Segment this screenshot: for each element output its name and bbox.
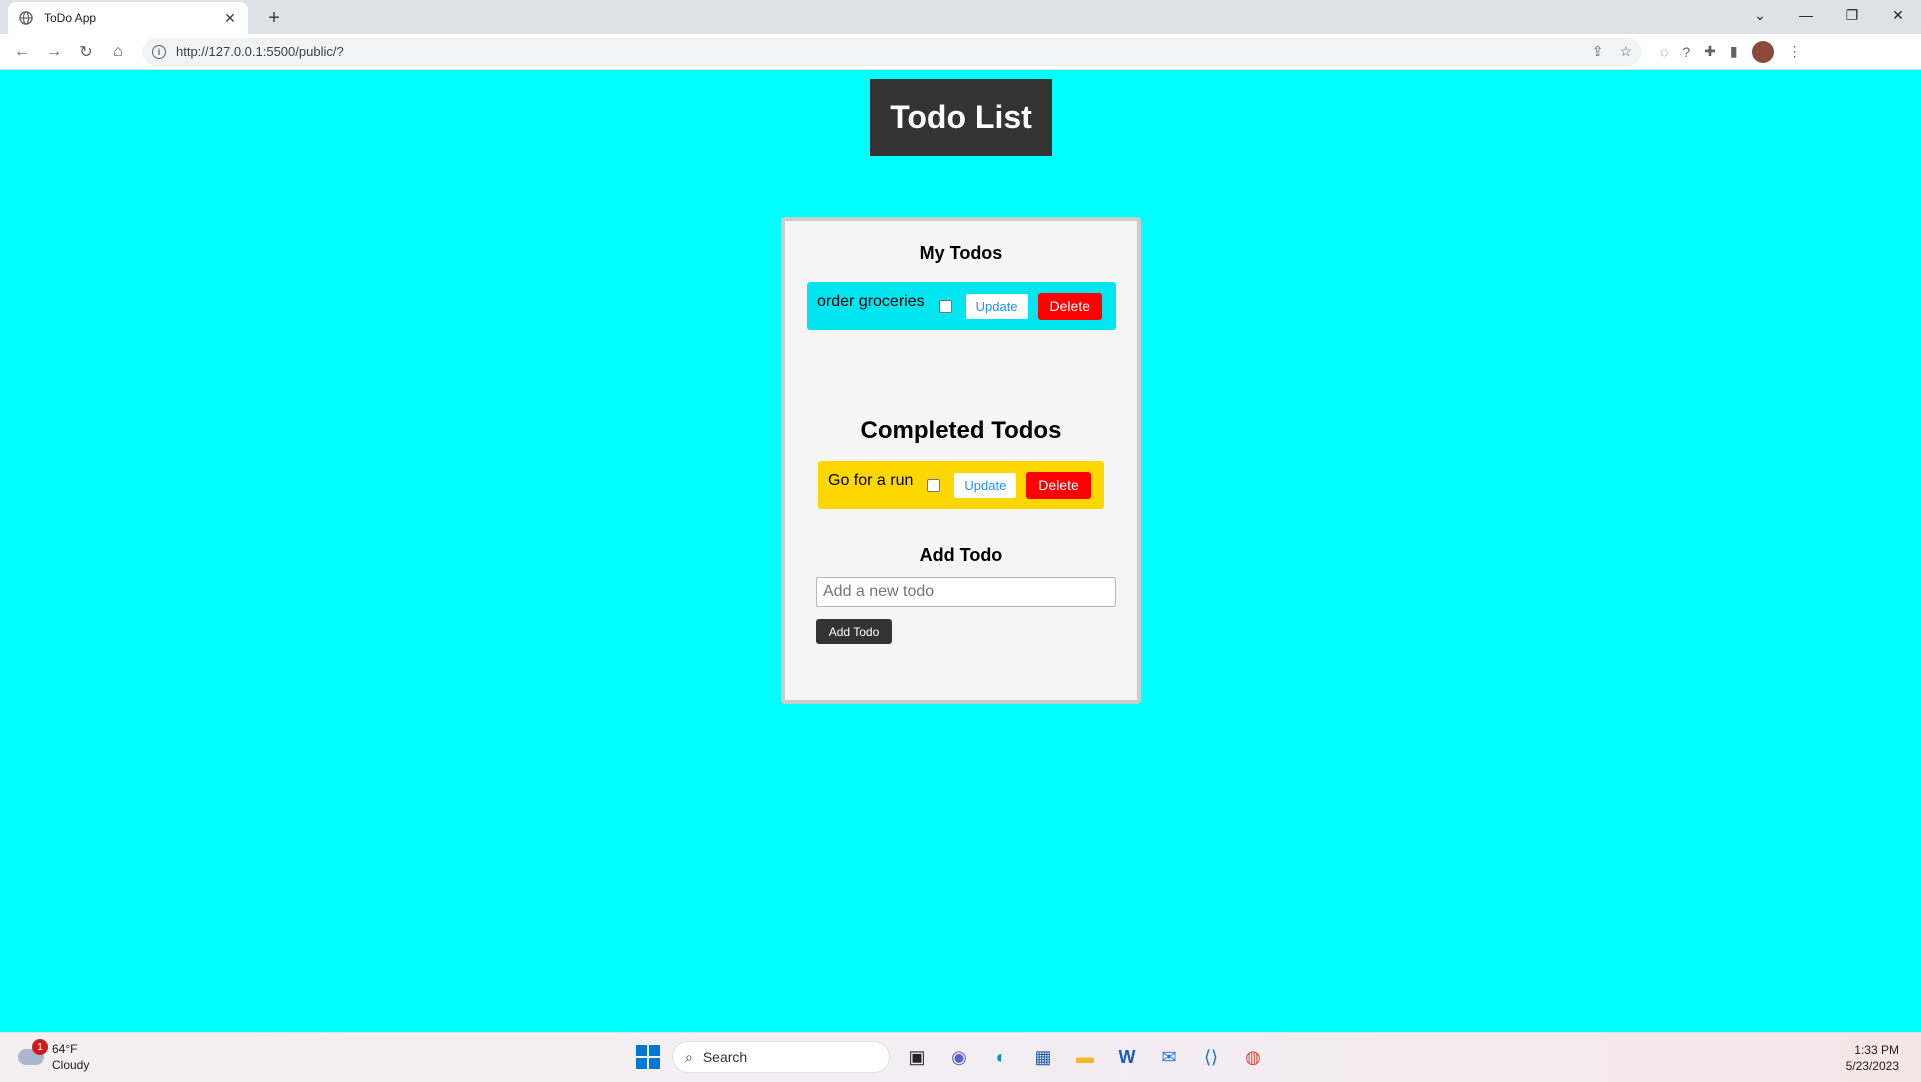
weather-desc: Cloudy [52, 1058, 90, 1072]
window-controls: ⌄ — ❐ ✕ [1737, 0, 1921, 30]
page-header: Todo List [870, 79, 1052, 156]
chrome-icon[interactable]: ◍ [1238, 1042, 1268, 1072]
address-bar[interactable]: i http://127.0.0.1:5500/public/? ⇪ ☆ [142, 37, 1642, 66]
new-tab-button[interactable]: + [262, 6, 286, 30]
browser-toolbar: ← → ↻ ⌂ i http://127.0.0.1:5500/public/?… [0, 34, 1921, 70]
reload-icon[interactable]: ↻ [70, 36, 102, 68]
windows-start-icon[interactable] [636, 1045, 660, 1069]
browser-tab[interactable]: ToDo App ✕ [8, 2, 248, 34]
bookmark-star-icon[interactable]: ☆ [1619, 43, 1632, 60]
update-button[interactable]: Update [965, 293, 1028, 319]
delete-button[interactable]: Delete [1037, 292, 1102, 320]
profile-avatar[interactable] [1751, 40, 1774, 63]
todo-text: order groceries [817, 293, 925, 310]
taskbar-search-label: Search [702, 1049, 748, 1065]
file-explorer-icon[interactable]: ▬ [1070, 1042, 1100, 1072]
mail-icon[interactable]: ✉ [1154, 1042, 1184, 1072]
cloud-icon: 1 [18, 1039, 48, 1065]
system-clock[interactable]: 1:33 PM 5/23/2023 [1846, 1042, 1899, 1074]
url-text[interactable]: http://127.0.0.1:5500/public/? [176, 44, 1592, 59]
extensions-area: ◌ ? ✚ ▮ ⋮ [1660, 40, 1802, 63]
teams-chat-icon[interactable]: ◉ [944, 1042, 974, 1072]
close-tab-icon[interactable]: ✕ [222, 10, 238, 26]
taskbar-search[interactable]: ⌕ Search [672, 1041, 890, 1073]
completed-todo-item: Go for a run Update Delete [818, 461, 1104, 509]
forward-icon[interactable]: → [38, 36, 70, 68]
site-info-icon[interactable]: i [152, 44, 166, 59]
restore-icon[interactable]: ❐ [1829, 0, 1875, 30]
clock-time: 1:33 PM [1854, 1043, 1899, 1057]
todo-checkbox[interactable] [927, 478, 941, 492]
my-todos-title: My Todos [919, 243, 1003, 263]
completed-todos-title: Completed Todos [860, 417, 1062, 444]
notification-badge: 1 [32, 1039, 48, 1055]
taskbar-apps: ⌕ Search ▣ ◉ ◐ ▦ ▬ W ✉ ⟨⟩ ◍ [636, 1041, 1268, 1073]
clock-date: 5/23/2023 [1845, 1059, 1899, 1073]
page-title: Todo List [890, 99, 1032, 135]
windows-taskbar: 1 64°F Cloudy ⌕ Search ▣ ◉ ◐ ▦ ▬ W ✉ ⟨⟩ … [0, 1032, 1921, 1082]
tab-title: ToDo App [44, 11, 97, 25]
vscode-icon[interactable]: ⟨⟩ [1196, 1042, 1226, 1072]
home-icon[interactable]: ⌂ [102, 36, 134, 68]
puzzle-icon[interactable]: ✚ [1704, 43, 1716, 60]
weather-temp: 64°F [52, 1042, 78, 1056]
delete-button[interactable]: Delete [1026, 471, 1091, 499]
weather-widget[interactable]: 1 64°F Cloudy [18, 1039, 90, 1073]
minimize-icon[interactable]: — [1783, 0, 1829, 30]
todo-text: Go for a run [828, 472, 914, 489]
update-button[interactable]: Update [954, 472, 1017, 498]
new-todo-input[interactable]: Add a new todo [816, 577, 1116, 607]
extension-icon[interactable]: ◌ [1660, 44, 1668, 60]
browser-tabstrip: ToDo App ✕ + ⌄ — ❐ ✕ [0, 0, 1921, 34]
close-window-icon[interactable]: ✕ [1875, 0, 1921, 30]
add-todo-button[interactable]: Add Todo [816, 619, 892, 644]
pending-todo-item: order groceries Update Delete [807, 282, 1116, 330]
back-icon[interactable]: ← [6, 36, 38, 68]
tab-search-icon[interactable]: ⌄ [1737, 0, 1783, 30]
add-todo-title: Add Todo [919, 545, 1003, 565]
todo-panel: My Todos order groceries Update Delete C… [781, 217, 1141, 704]
side-panel-icon[interactable]: ▮ [1730, 43, 1738, 60]
store-icon[interactable]: ▦ [1028, 1042, 1058, 1072]
word-icon[interactable]: W [1112, 1042, 1142, 1072]
search-icon: ⌕ [685, 1048, 693, 1065]
menu-dots-icon[interactable]: ⋮ [1788, 43, 1802, 60]
edge-icon[interactable]: ◐ [986, 1042, 1016, 1072]
task-view-icon[interactable]: ▣ [902, 1042, 932, 1072]
help-extension-icon[interactable]: ? [1682, 44, 1690, 60]
globe-icon [18, 10, 34, 26]
share-icon[interactable]: ⇪ [1592, 43, 1604, 60]
todo-checkbox[interactable] [938, 299, 952, 313]
